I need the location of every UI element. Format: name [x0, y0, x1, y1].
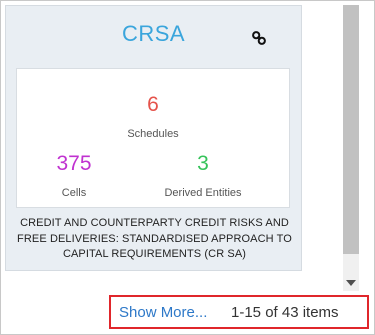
stats-panel: 6 Schedules 375 Cells 3 Derived Entities — [16, 68, 290, 208]
link-icon[interactable] — [251, 30, 267, 46]
schedules-label: Schedules — [127, 128, 179, 140]
cells-label: Cells — [61, 187, 87, 199]
show-more-link[interactable]: Show More... — [119, 304, 207, 321]
card-description: CREDIT AND COUNTERPARTY CREDIT RISKS AND… — [17, 217, 292, 260]
derived-entities-label: Derived Entities — [164, 187, 242, 199]
derived-entities-count: 3 — [197, 152, 209, 175]
scroll-down-arrow-icon[interactable] — [346, 280, 356, 286]
schedules-count: 6 — [147, 93, 159, 116]
scrollbar-thumb[interactable] — [343, 5, 359, 254]
vertical-scrollbar[interactable] — [343, 5, 359, 291]
report-card[interactable]: CRSA 6 Schedules 375 Cells 3 Derived Ent… — [5, 5, 302, 271]
pagination-bar: Show More... 1-15 of 43 items — [109, 295, 369, 329]
viewport: CRSA 6 Schedules 375 Cells 3 Derived Ent… — [0, 0, 375, 335]
items-range-text: 1-15 of 43 items — [231, 304, 339, 321]
cells-count: 375 — [56, 152, 92, 175]
